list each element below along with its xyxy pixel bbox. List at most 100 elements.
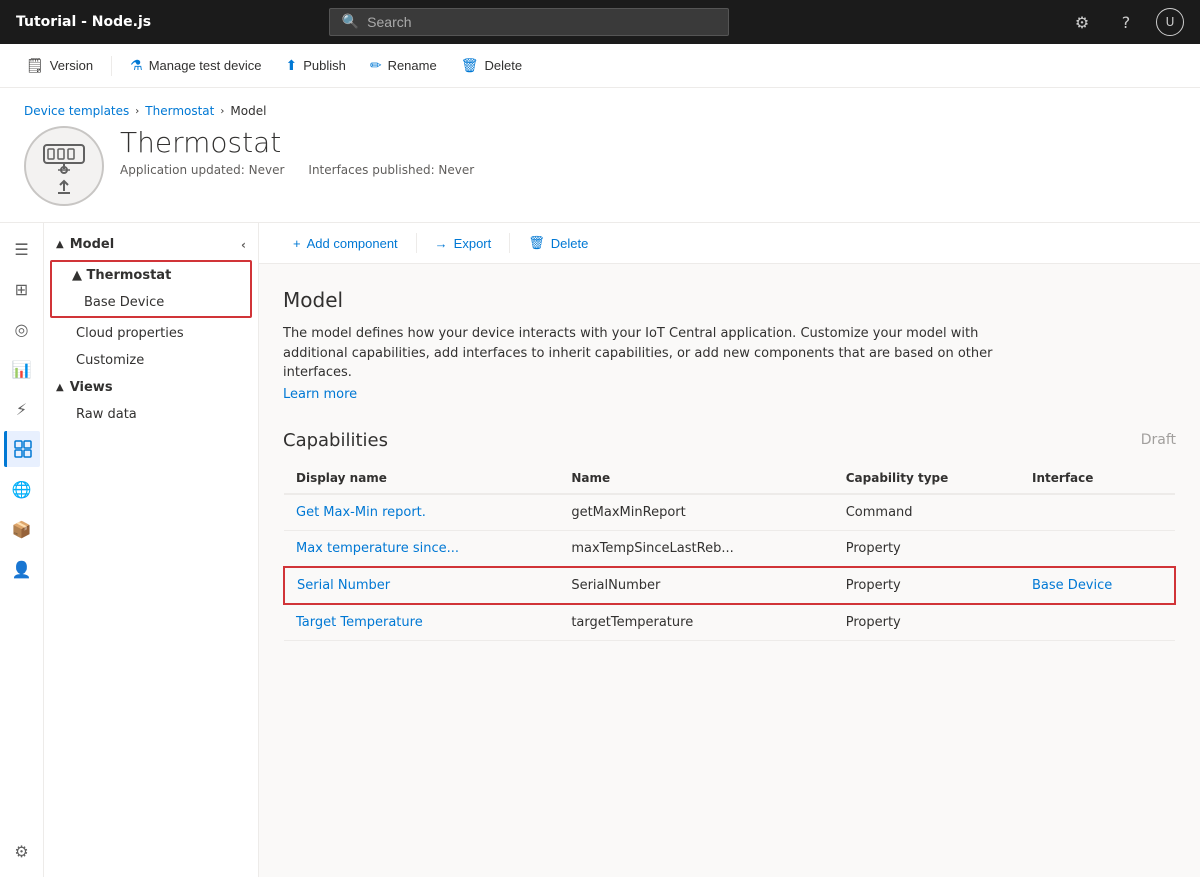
rename-button[interactable]: ✏ Rename xyxy=(360,53,447,78)
add-component-button[interactable]: + Add component xyxy=(283,232,408,255)
sidebar-model-label: Model xyxy=(70,237,114,252)
sidebar-highlighted-group: ▲ Thermostat Base Device xyxy=(50,260,252,318)
breadcrumb: Device templates › Thermostat › Model xyxy=(24,104,1176,118)
rail-iot-icon[interactable]: 🌐 xyxy=(4,471,40,507)
search-input[interactable] xyxy=(367,14,716,30)
rail-users-icon[interactable]: 👤 xyxy=(4,551,40,587)
rail-jobs-icon[interactable]: 📦 xyxy=(4,511,40,547)
cell-capability-type: Command xyxy=(834,494,1020,531)
separator-1 xyxy=(111,56,112,76)
rail-rules-icon[interactable]: ⚡ xyxy=(4,391,40,427)
search-bar[interactable]: 🔍 xyxy=(329,8,729,36)
delete-button[interactable]: 🗑 Delete xyxy=(451,53,532,78)
rail-templates-icon[interactable] xyxy=(4,431,40,467)
rail-menu-icon[interactable]: ☰ xyxy=(4,231,40,267)
app-title: Tutorial - Node.js xyxy=(16,14,151,30)
header-meta: Application updated: Never Interfaces pu… xyxy=(120,163,474,177)
cell-name: targetTemperature xyxy=(559,604,833,641)
sub-sep-2 xyxy=(509,233,510,253)
delete-content-button[interactable]: 🗑 Delete xyxy=(518,231,598,255)
topbar: Tutorial - Node.js 🔍 ⚙ ? U xyxy=(0,0,1200,44)
export-button[interactable]: → Export xyxy=(425,232,502,255)
breadcrumb-model: Model xyxy=(230,104,266,118)
table-body: Get Max-Min report.getMaxMinReportComman… xyxy=(284,494,1175,641)
cell-display-name[interactable]: Serial Number xyxy=(284,567,559,604)
header-info: Thermostat Application updated: Never In… xyxy=(120,126,474,177)
sidebar-base-device[interactable]: Base Device xyxy=(52,289,250,316)
content-header: Device templates › Thermostat › Model T xyxy=(0,88,1200,223)
cell-capability-type: Property xyxy=(834,530,1020,567)
rail-devices-icon[interactable]: ◎ xyxy=(4,311,40,347)
delete-icon: 🗑 xyxy=(461,57,479,74)
cell-name: maxTempSinceLastReb... xyxy=(559,530,833,567)
model-content: Model The model defines how your device … xyxy=(259,264,1200,665)
cell-display-name[interactable]: Max temperature since... xyxy=(284,530,559,567)
capabilities-table: Display name Name Capability type Interf… xyxy=(283,463,1176,641)
publish-button[interactable]: ⬆ Publish xyxy=(275,53,355,78)
model-description: The model defines how your device intera… xyxy=(283,324,1003,383)
publish-label: Publish xyxy=(303,58,346,73)
rail-dashboard-icon[interactable]: ⊞ xyxy=(4,271,40,307)
table-header: Display name Name Capability type Interf… xyxy=(284,463,1175,494)
search-icon: 🔍 xyxy=(342,14,359,30)
header-row: Thermostat Application updated: Never In… xyxy=(24,126,1176,206)
version-icon: 🗒 xyxy=(26,57,44,74)
table-row: Get Max-Min report.getMaxMinReportComman… xyxy=(284,494,1175,531)
avatar[interactable]: U xyxy=(1156,8,1184,36)
add-icon: + xyxy=(293,236,301,251)
rail-analytics-icon[interactable]: 📊 xyxy=(4,351,40,387)
col-name: Name xyxy=(559,463,833,494)
model-section-title: Model xyxy=(283,288,1176,312)
manage-test-icon: ⚗ xyxy=(130,57,143,74)
version-button[interactable]: 🗒 Version xyxy=(16,53,103,78)
breadcrumb-thermostat[interactable]: Thermostat xyxy=(145,104,214,118)
rename-icon: ✏ xyxy=(370,57,382,74)
sidebar-raw-data[interactable]: Raw data xyxy=(44,401,258,428)
sidebar-customize[interactable]: Customize xyxy=(44,347,258,374)
collapse-icon: ▲ xyxy=(56,239,64,250)
templates-svg xyxy=(14,440,32,458)
publish-icon: ⬆ xyxy=(285,57,297,74)
cell-display-name[interactable]: Target Temperature xyxy=(284,604,559,641)
rail-settings-icon[interactable]: ⚙ xyxy=(4,833,40,869)
sidebar-thermostat[interactable]: ▲ Thermostat xyxy=(52,262,250,289)
capabilities-title: Capabilities xyxy=(283,430,388,451)
col-capability-type: Capability type xyxy=(834,463,1020,494)
views-collapse-icon: ▲ xyxy=(56,382,64,393)
breadcrumb-sep-1: › xyxy=(135,106,139,117)
export-icon: → xyxy=(435,236,448,251)
cell-interface[interactable]: Base Device xyxy=(1020,567,1175,604)
draft-badge: Draft xyxy=(1141,432,1176,448)
interfaces-published: Interfaces published: Never xyxy=(308,163,474,177)
commandbar: 🗒 Version ⚗ Manage test device ⬆ Publish… xyxy=(0,44,1200,88)
topbar-icons: ⚙ ? U xyxy=(1068,8,1184,36)
sub-commandbar: + Add component → Export 🗑 Delete xyxy=(259,223,1200,264)
collapse-right-icon[interactable]: ‹ xyxy=(241,238,246,252)
cell-name: SerialNumber xyxy=(559,567,833,604)
main-layout: ☰ ⊞ ◎ 📊 ⚡ 🌐 📦 👤 ⚙ ▲ Model ‹ ▲ Thermos xyxy=(0,223,1200,877)
sidebar-model-header[interactable]: ▲ Model ‹ xyxy=(44,231,258,258)
cell-interface xyxy=(1020,494,1175,531)
col-interface: Interface xyxy=(1020,463,1175,494)
cell-display-name[interactable]: Get Max-Min report. xyxy=(284,494,559,531)
cell-capability-type: Property xyxy=(834,567,1020,604)
manage-test-device-button[interactable]: ⚗ Manage test device xyxy=(120,53,271,78)
header-row: Display name Name Capability type Interf… xyxy=(284,463,1175,494)
table-row: Target TemperaturetargetTemperaturePrope… xyxy=(284,604,1175,641)
learn-more-link[interactable]: Learn more xyxy=(283,387,1176,402)
cell-interface xyxy=(1020,604,1175,641)
sidebar-views-header[interactable]: ▲ Views xyxy=(44,374,258,401)
rename-label: Rename xyxy=(388,58,437,73)
breadcrumb-device-templates[interactable]: Device templates xyxy=(24,104,129,118)
delete-content-icon: 🗑 xyxy=(528,235,545,251)
cell-interface xyxy=(1020,530,1175,567)
main-content: + Add component → Export 🗑 Delete Model … xyxy=(259,223,1200,877)
help-icon[interactable]: ? xyxy=(1112,8,1140,36)
settings-icon[interactable]: ⚙ xyxy=(1068,8,1096,36)
device-icon xyxy=(24,126,104,206)
sidebar-cloud-properties[interactable]: Cloud properties xyxy=(44,320,258,347)
version-label: Version xyxy=(50,58,93,73)
manage-test-label: Manage test device xyxy=(149,58,262,73)
app-updated: Application updated: Never xyxy=(120,163,284,177)
capabilities-header: Capabilities Draft xyxy=(283,430,1176,451)
